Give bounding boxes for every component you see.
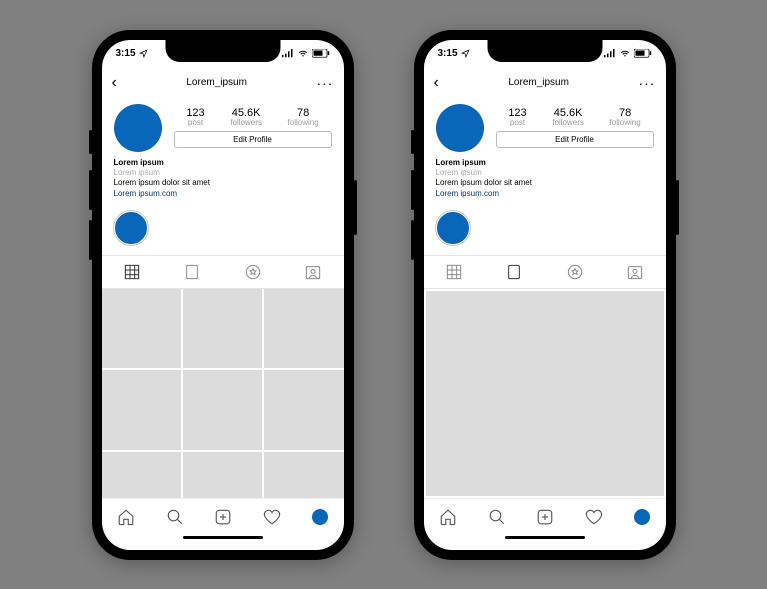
- bio-name: Lorem ipsum: [436, 158, 654, 168]
- story-highlight[interactable]: [114, 211, 148, 245]
- bio-text: Lorem ipsum dolor sit amet: [114, 178, 332, 188]
- nav-search[interactable]: [488, 508, 506, 526]
- post-thumbnail[interactable]: [183, 370, 262, 449]
- tab-tagged[interactable]: [283, 256, 344, 288]
- tab-feed[interactable]: [162, 256, 223, 288]
- nav-avatar-icon: [634, 509, 650, 525]
- home-indicator[interactable]: [183, 536, 263, 539]
- story-highlight[interactable]: [436, 211, 470, 245]
- tagged-icon: [627, 264, 643, 280]
- post-thumbnail[interactable]: [264, 289, 343, 368]
- wifi-icon: [619, 49, 631, 58]
- signal-icon: [604, 49, 616, 58]
- location-icon: [139, 49, 148, 58]
- header-username: Lorem_ipsum: [186, 77, 247, 88]
- stat-following[interactable]: 78 following: [610, 107, 641, 128]
- bio-link[interactable]: Lorem ipsum.com: [114, 189, 332, 199]
- tab-grid[interactable]: [424, 256, 485, 288]
- feed-icon: [507, 264, 521, 280]
- nav-activity[interactable]: [263, 508, 281, 526]
- bio-name: Lorem ipsum: [114, 158, 332, 168]
- post-thumbnail[interactable]: [102, 289, 181, 368]
- tab-star[interactable]: [223, 256, 284, 288]
- signal-icon: [282, 49, 294, 58]
- phone-left: 3:15 ‹ Lorem_ipsum ··· 123 post: [92, 30, 354, 560]
- bio-text: Lorem ipsum dolor sit amet: [436, 178, 654, 188]
- bio: Lorem ipsum Lorem ipsum Lorem ipsum dolo…: [102, 156, 344, 208]
- stat-followers[interactable]: 45.6K followers: [230, 107, 262, 128]
- nav-home[interactable]: [439, 508, 457, 526]
- post-thumbnail[interactable]: [183, 289, 262, 368]
- star-icon: [245, 264, 261, 280]
- status-time: 3:15: [116, 48, 136, 59]
- phone-right: 3:15 ‹ Lorem_ipsum ··· 123 post: [414, 30, 676, 560]
- stat-posts[interactable]: 123 post: [186, 107, 204, 128]
- stat-following[interactable]: 78 following: [288, 107, 319, 128]
- post-thumbnail[interactable]: [102, 452, 181, 498]
- tab-star[interactable]: [545, 256, 606, 288]
- stat-posts[interactable]: 123 post: [508, 107, 526, 128]
- profile-avatar[interactable]: [114, 104, 162, 152]
- post-thumbnail[interactable]: [102, 370, 181, 449]
- nav-home[interactable]: [117, 508, 135, 526]
- bio-subtitle: Lorem ipsum: [114, 168, 332, 178]
- tagged-icon: [305, 264, 321, 280]
- battery-icon: [312, 49, 330, 58]
- nav-activity[interactable]: [585, 508, 603, 526]
- plus-icon: [214, 508, 232, 526]
- back-button[interactable]: ‹: [112, 74, 117, 92]
- grid-icon: [124, 264, 140, 280]
- nav-avatar-icon: [312, 509, 328, 525]
- home-icon: [439, 508, 457, 526]
- post-thumbnail[interactable]: [183, 452, 262, 498]
- bio: Lorem ipsum Lorem ipsum Lorem ipsum dolo…: [424, 156, 666, 208]
- more-button[interactable]: ···: [316, 75, 333, 91]
- profile-avatar[interactable]: [436, 104, 484, 152]
- post-thumbnail[interactable]: [264, 370, 343, 449]
- wifi-icon: [297, 49, 309, 58]
- tab-grid[interactable]: [102, 256, 163, 288]
- back-button[interactable]: ‹: [434, 74, 439, 92]
- tab-feed[interactable]: [484, 256, 545, 288]
- search-icon: [166, 508, 184, 526]
- search-icon: [488, 508, 506, 526]
- status-time: 3:15: [438, 48, 458, 59]
- location-icon: [461, 49, 470, 58]
- nav-create[interactable]: [536, 508, 554, 526]
- star-icon: [567, 264, 583, 280]
- battery-icon: [634, 49, 652, 58]
- feed-icon: [185, 264, 199, 280]
- posts-grid: [102, 289, 344, 497]
- nav-profile[interactable]: [312, 509, 328, 525]
- heart-icon: [263, 508, 281, 526]
- heart-icon: [585, 508, 603, 526]
- bio-link[interactable]: Lorem ipsum.com: [436, 189, 654, 199]
- nav-search[interactable]: [166, 508, 184, 526]
- feed-post[interactable]: [426, 291, 664, 495]
- edit-profile-button[interactable]: Edit Profile: [174, 131, 332, 148]
- bio-subtitle: Lorem ipsum: [436, 168, 654, 178]
- tab-tagged[interactable]: [605, 256, 666, 288]
- more-button[interactable]: ···: [638, 75, 655, 91]
- edit-profile-button[interactable]: Edit Profile: [496, 131, 654, 148]
- post-thumbnail[interactable]: [264, 452, 343, 498]
- header-username: Lorem_ipsum: [508, 77, 569, 88]
- home-icon: [117, 508, 135, 526]
- grid-icon: [446, 264, 462, 280]
- nav-profile[interactable]: [634, 509, 650, 525]
- stat-followers[interactable]: 45.6K followers: [552, 107, 584, 128]
- nav-create[interactable]: [214, 508, 232, 526]
- home-indicator[interactable]: [505, 536, 585, 539]
- plus-icon: [536, 508, 554, 526]
